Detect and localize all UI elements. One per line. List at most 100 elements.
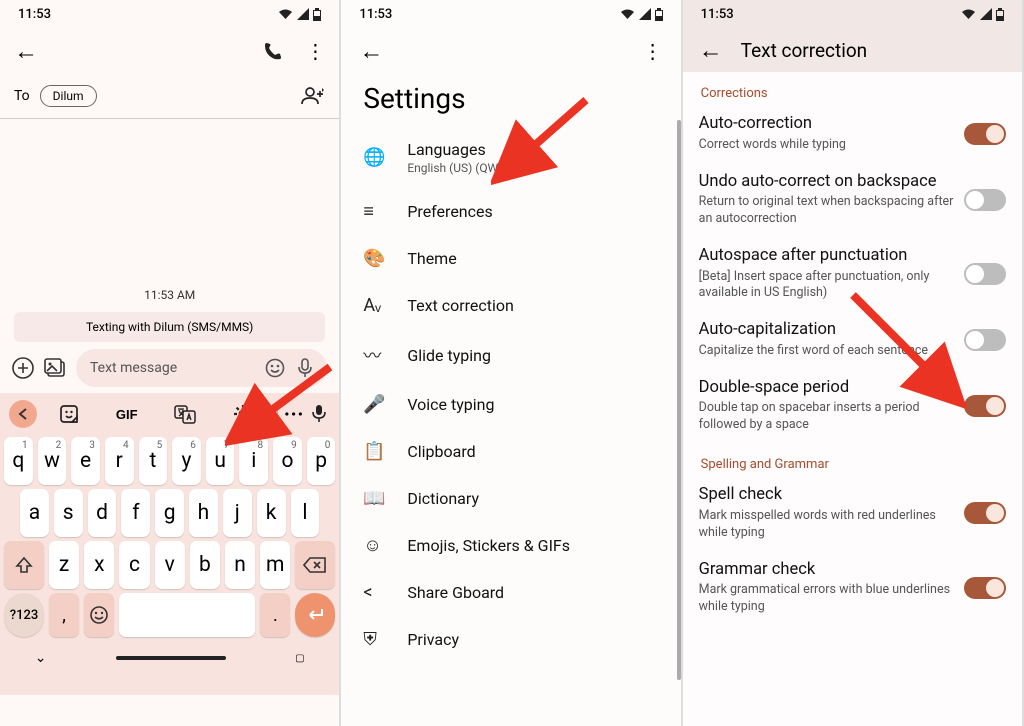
- settings-icon-4: 〰: [363, 342, 385, 368]
- toggle-auto-capitalization[interactable]: [964, 329, 1006, 351]
- status-icons: [961, 8, 1004, 21]
- comma-key[interactable]: ,: [49, 593, 79, 637]
- shift-key[interactable]: [4, 541, 44, 589]
- timestamp: 11:53 AM: [0, 284, 339, 306]
- settings-label: Share Gboard: [407, 583, 504, 602]
- more-icon[interactable]: ⋮: [305, 39, 325, 63]
- key-b[interactable]: b: [190, 541, 220, 589]
- sticker-icon[interactable]: [59, 404, 79, 424]
- gif-button[interactable]: GIF: [116, 407, 138, 422]
- key-h[interactable]: h: [189, 489, 218, 537]
- settings-item-3[interactable]: Aᵥ Text correction: [341, 282, 680, 329]
- settings-item-7[interactable]: 📖 Dictionary: [341, 475, 680, 522]
- signal-icon: [297, 8, 309, 20]
- key-f[interactable]: f: [121, 489, 150, 537]
- key-q[interactable]: q1: [4, 437, 33, 485]
- space-key[interactable]: [119, 593, 255, 637]
- toggle-double-space-period[interactable]: [964, 395, 1006, 417]
- setting-desc: Mark grammatical errors with blue underl…: [699, 582, 954, 616]
- translate-icon[interactable]: [174, 404, 196, 424]
- setting-desc: Return to original text when backspacing…: [699, 194, 954, 228]
- key-m[interactable]: m: [260, 541, 290, 589]
- key-c[interactable]: c: [119, 541, 149, 589]
- settings-label: Preferences: [407, 202, 492, 221]
- settings-icon-0: 🌐: [363, 147, 385, 168]
- annotation-arrow-2: [491, 95, 591, 185]
- settings-item-8[interactable]: ☺ Emojis, Stickers & GIFs: [341, 522, 680, 569]
- message-area[interactable]: 11:53 AM Texting with Dilum (SMS/MMS): [0, 119, 339, 343]
- call-icon[interactable]: [263, 41, 283, 61]
- recipient-chip[interactable]: Dilum: [40, 85, 97, 107]
- kb-row-4: ?123 , .: [0, 591, 339, 639]
- annotation-arrow-1: [225, 362, 335, 452]
- key-l[interactable]: l: [291, 489, 320, 537]
- settings-label: Emojis, Stickers & GIFs: [407, 536, 570, 555]
- add-person-icon[interactable]: [301, 87, 325, 105]
- settings-item-5[interactable]: 🎤 Voice typing: [341, 381, 680, 428]
- key-x[interactable]: x: [84, 541, 114, 589]
- key-n[interactable]: n: [225, 541, 255, 589]
- setting-title: Undo auto-correct on backspace: [699, 172, 954, 193]
- key-a[interactable]: a: [20, 489, 49, 537]
- settings-label: Clipboard: [407, 442, 475, 461]
- key-j[interactable]: j: [223, 489, 252, 537]
- gallery-icon[interactable]: [44, 357, 66, 379]
- key-e[interactable]: e3: [71, 437, 100, 485]
- kb-collapse-icon[interactable]: [9, 400, 37, 428]
- settings-item-4[interactable]: 〰 Glide typing: [341, 329, 680, 381]
- section-corrections: Corrections: [683, 72, 1022, 105]
- numbers-key[interactable]: ?123: [4, 593, 44, 637]
- scroll-track[interactable]: [677, 120, 681, 680]
- setting-title: Autospace after punctuation: [699, 246, 954, 267]
- settings-label: Theme: [407, 249, 456, 268]
- key-k[interactable]: k: [257, 489, 286, 537]
- setting-row-1: Grammar checkMark grammatical errors wit…: [683, 551, 1022, 625]
- page-title: Text correction: [741, 39, 868, 62]
- key-s[interactable]: s: [54, 489, 83, 537]
- status-time: 11:53: [359, 7, 392, 22]
- period-key[interactable]: .: [260, 593, 290, 637]
- kb-square-icon[interactable]: ▢: [295, 653, 304, 664]
- kb-row-2: asdfghjkl: [0, 487, 339, 539]
- toggle-undo-auto-correct-on-backspace[interactable]: [964, 189, 1006, 211]
- key-d[interactable]: d: [88, 489, 117, 537]
- status-time: 11:53: [18, 7, 51, 22]
- toggle-grammar-check[interactable]: [964, 577, 1006, 599]
- settings-item-10[interactable]: ⛨ Privacy: [341, 616, 680, 663]
- backspace-key[interactable]: [295, 541, 335, 589]
- toggle-autospace-after-punctuation[interactable]: [964, 263, 1006, 285]
- settings-icon-3: Aᵥ: [363, 295, 385, 316]
- battery-icon: [313, 8, 321, 21]
- key-v[interactable]: v: [155, 541, 185, 589]
- app-bar: ← ⋮: [0, 28, 339, 74]
- settings-item-6[interactable]: 📋 Clipboard: [341, 428, 680, 475]
- status-icons: [620, 8, 663, 21]
- enter-key[interactable]: [295, 593, 335, 637]
- key-w[interactable]: w2: [38, 437, 67, 485]
- settings-icon-1: ≡: [363, 201, 385, 222]
- toggle-spell-check[interactable]: [964, 502, 1006, 524]
- settings-item-2[interactable]: 🎨 Theme: [341, 235, 680, 282]
- add-icon[interactable]: [12, 357, 34, 379]
- home-pill[interactable]: [116, 656, 226, 660]
- settings-label: Privacy: [407, 630, 459, 649]
- kb-hide-icon[interactable]: ⌄: [35, 650, 47, 666]
- wifi-icon: [278, 8, 293, 20]
- more-icon[interactable]: ⋮: [643, 39, 663, 63]
- back-icon[interactable]: ←: [699, 36, 723, 65]
- settings-label: Dictionary: [407, 489, 479, 508]
- settings-item-9[interactable]: < Share Gboard: [341, 569, 680, 616]
- toggle-auto-correction[interactable]: [964, 123, 1006, 145]
- back-icon[interactable]: ←: [359, 37, 383, 66]
- key-g[interactable]: g: [155, 489, 184, 537]
- key-z[interactable]: z: [49, 541, 79, 589]
- key-y[interactable]: y6: [172, 437, 201, 485]
- setting-title: Spell check: [699, 485, 954, 506]
- back-icon[interactable]: ←: [14, 37, 38, 66]
- key-r[interactable]: r4: [105, 437, 134, 485]
- emoji-key[interactable]: [84, 593, 114, 637]
- key-t[interactable]: t5: [139, 437, 168, 485]
- setting-title: Grammar check: [699, 560, 954, 581]
- settings-item-1[interactable]: ≡ Preferences: [341, 188, 680, 235]
- status-time: 11:53: [701, 7, 734, 22]
